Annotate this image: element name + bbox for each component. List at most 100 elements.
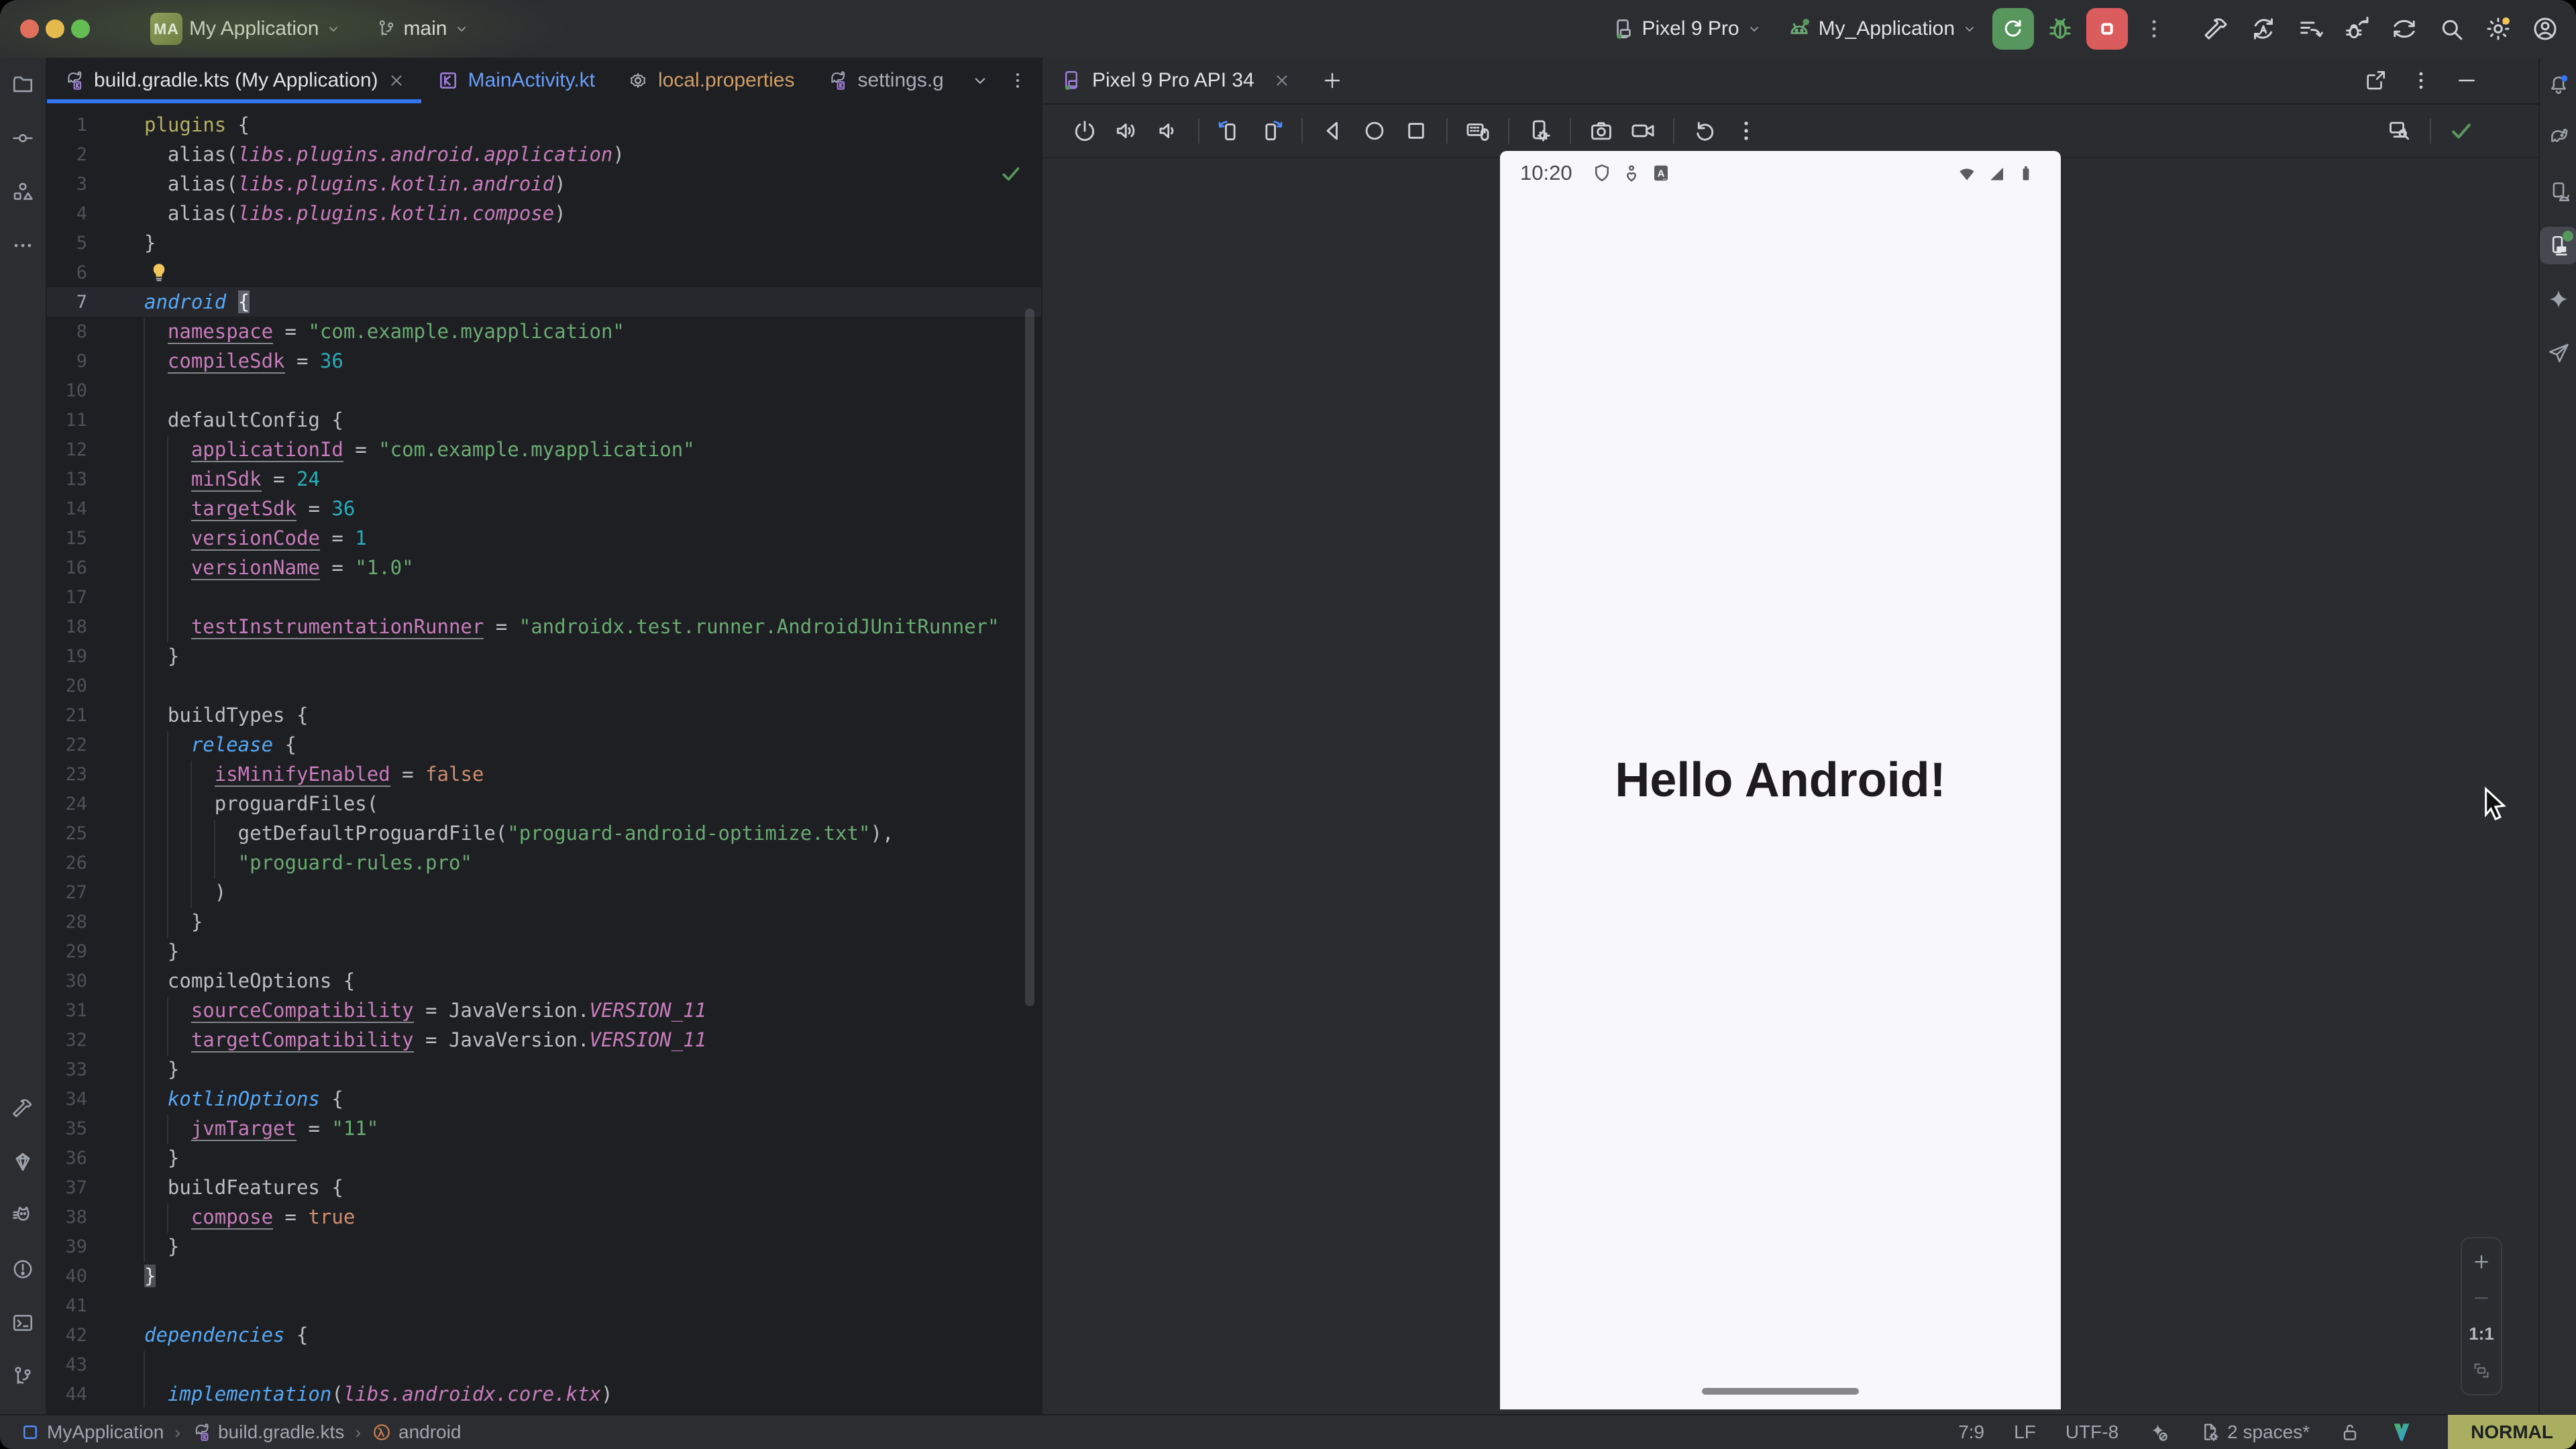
project-widget[interactable]: MA My Application: [141, 9, 351, 49]
zoom-actual-size-button[interactable]: 1:1: [2469, 1324, 2494, 1344]
vcs-branch-widget[interactable]: main: [367, 9, 479, 49]
code-line-34[interactable]: 34 kotlinOptions {: [47, 1084, 1041, 1114]
volume-up-icon[interactable]: [1114, 118, 1139, 144]
code-line-20[interactable]: 20: [47, 671, 1041, 700]
zoom-in-button[interactable]: [2471, 1252, 2491, 1272]
build-hammer-icon[interactable]: [2203, 15, 2230, 42]
run-configuration-selector[interactable]: My_Application: [1777, 9, 1987, 49]
device-selector[interactable]: Pixel 9 Pro: [1601, 9, 1771, 49]
code-line-39[interactable]: 39 }: [47, 1232, 1041, 1261]
assistant-plane-icon[interactable]: [2540, 334, 2576, 372]
volume-down-icon[interactable]: [1155, 118, 1181, 144]
code-line-15[interactable]: 15 versionCode = 1: [47, 523, 1041, 553]
code-line-14[interactable]: 14 targetSdk = 36: [47, 494, 1041, 523]
open-in-new-icon[interactable]: [2364, 69, 2387, 92]
indent-setting[interactable]: 2 spaces*: [2199, 1421, 2310, 1443]
ideavim-icon[interactable]: [2390, 1421, 2413, 1444]
code-line-41[interactable]: 41: [47, 1291, 1041, 1320]
breadcrumb-item[interactable]: android: [372, 1421, 461, 1443]
inspections-ok-icon[interactable]: [1000, 162, 1022, 185]
code-line-19[interactable]: 19 }: [47, 641, 1041, 671]
device-settings-icon[interactable]: [1527, 118, 1552, 144]
code-line-3[interactable]: 3 alias(libs.plugins.kotlin.android): [47, 169, 1041, 199]
file-encoding[interactable]: UTF-8: [2065, 1421, 2118, 1443]
kebab-menu-icon[interactable]: [1008, 70, 1028, 91]
zoom-fit-button[interactable]: [2471, 1360, 2491, 1381]
screen-record-icon[interactable]: [1630, 118, 1656, 144]
close-window-button[interactable]: [20, 19, 39, 38]
code-line-6[interactable]: 6: [47, 258, 1041, 287]
nav-home-icon[interactable]: [1362, 118, 1387, 144]
ai-disabled-icon[interactable]: [2148, 1421, 2169, 1443]
lock-open-icon[interactable]: [2339, 1421, 2361, 1443]
problems-icon[interactable]: [4, 1250, 42, 1288]
breadcrumb[interactable]: MyApplication›build.gradle.kts›android: [0, 1421, 461, 1443]
quickfix-lightbulb-icon[interactable]: [148, 261, 170, 284]
rotate-left-icon[interactable]: [1217, 118, 1242, 144]
close-icon[interactable]: [1273, 72, 1291, 89]
debug-button[interactable]: [2039, 8, 2081, 50]
code-line-30[interactable]: 30 compileOptions {: [47, 966, 1041, 996]
app-insights-gem-icon[interactable]: [4, 1143, 42, 1181]
power-icon[interactable]: [1072, 118, 1097, 144]
emulator-screen[interactable]: 10:20 A Hello Android!: [1500, 151, 2061, 1409]
code-line-40[interactable]: 40}: [47, 1261, 1041, 1291]
search-everywhere-icon[interactable]: [2438, 15, 2465, 42]
device-manager-icon[interactable]: [2540, 173, 2576, 211]
more-run-actions-button[interactable]: [2133, 8, 2175, 50]
code-line-10[interactable]: 10: [47, 376, 1041, 405]
code-line-33[interactable]: 33 }: [47, 1055, 1041, 1084]
code-line-28[interactable]: 28 }: [47, 907, 1041, 936]
code-line-21[interactable]: 21 buildTypes {: [47, 700, 1041, 730]
device-tab[interactable]: Pixel 9 Pro API 34: [1042, 69, 1304, 92]
code-line-17[interactable]: 17: [47, 582, 1041, 612]
code-line-42[interactable]: 42dependencies {: [47, 1320, 1041, 1350]
rotate-right-icon[interactable]: [1258, 118, 1284, 144]
keyboard-input-icon[interactable]: [1465, 118, 1491, 144]
code-line-38[interactable]: 38 compose = true: [47, 1202, 1041, 1232]
editor-tab-build.gradle.kts[interactable]: build.gradle.kts (My Application): [47, 58, 421, 103]
minimize-window-button[interactable]: [46, 19, 64, 38]
editor-tab-MainActivity.kt[interactable]: MainActivity.kt: [421, 58, 611, 103]
sync-gradle-icon[interactable]: [2250, 15, 2277, 42]
code-line-44[interactable]: 44 implementation(libs.androidx.core.ktx…: [47, 1379, 1041, 1409]
code-line-22[interactable]: 22 release {: [47, 730, 1041, 759]
kebab-menu-icon[interactable]: [1733, 118, 1759, 144]
nav-overview-icon[interactable]: [1403, 118, 1429, 144]
more-tools-icon[interactable]: [4, 227, 42, 264]
minimize-icon[interactable]: [2455, 69, 2478, 92]
panel-window-controls[interactable]: [2364, 69, 2538, 92]
phone-home-indicator[interactable]: [1702, 1388, 1859, 1395]
ui-check-icon[interactable]: [2387, 118, 2412, 144]
toolbar-actions[interactable]: [2203, 15, 2559, 42]
code-line-2[interactable]: 2 alias(libs.plugins.android.application…: [47, 140, 1041, 169]
left-sidebar-top[interactable]: [0, 58, 46, 272]
commit-icon[interactable]: [4, 119, 42, 157]
settings-gear-icon[interactable]: [2485, 15, 2512, 42]
screenshot-camera-icon[interactable]: [1589, 118, 1614, 144]
code-line-13[interactable]: 13 minSdk = 24: [47, 464, 1041, 494]
logcat-cat-icon[interactable]: [4, 1197, 42, 1234]
apply-changes-icon[interactable]: [2344, 15, 2371, 42]
tab-bar-extra[interactable]: [970, 58, 1041, 103]
stop-button[interactable]: [2086, 8, 2128, 50]
structure-icon[interactable]: [4, 173, 42, 211]
emulator-toolbar-icons[interactable]: [1064, 118, 1767, 144]
chevron-down-icon[interactable]: [970, 70, 990, 91]
code-line-5[interactable]: 5}: [47, 228, 1041, 258]
breadcrumb-item[interactable]: build.gradle.kts: [191, 1421, 344, 1443]
notifications-bell-icon[interactable]: [2540, 66, 2576, 103]
emulator-toolbar-right[interactable]: [2379, 118, 2538, 144]
code-line-32[interactable]: 32 targetCompatibility = JavaVersion.VER…: [47, 1025, 1041, 1055]
code-editor[interactable]: 1plugins {2 alias(libs.plugins.android.a…: [47, 103, 1041, 1414]
code-line-25[interactable]: 25 getDefaultProguardFile("proguard-andr…: [47, 818, 1041, 848]
code-line-29[interactable]: 29 }: [47, 936, 1041, 966]
code-line-12[interactable]: 12 applicationId = "com.example.myapplic…: [47, 435, 1041, 464]
code-line-26[interactable]: 26 "proguard-rules.pro": [47, 848, 1041, 877]
zoom-out-button[interactable]: [2471, 1288, 2491, 1308]
close-icon[interactable]: [388, 72, 405, 89]
code-line-37[interactable]: 37 buildFeatures {: [47, 1173, 1041, 1202]
running-devices-icon[interactable]: [2540, 227, 2576, 264]
no-problems-check-icon[interactable]: [2449, 118, 2474, 144]
code-line-16[interactable]: 16 versionName = "1.0": [47, 553, 1041, 582]
